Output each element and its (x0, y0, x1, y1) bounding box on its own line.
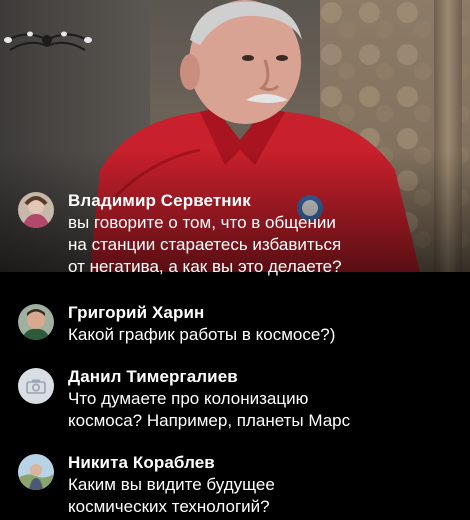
chat-comment[interactable]: Данил Тимергалиев Что думаете про колони… (18, 366, 458, 432)
user-photo-avatar[interactable] (18, 192, 54, 228)
comment-author[interactable]: Владимир Серветник (68, 190, 458, 212)
comment-text-line: на станции стараетесь избавиться (68, 235, 342, 254)
comment-text-line: от негатива, а как вы это делаете? (68, 257, 342, 276)
camera-placeholder-icon[interactable] (18, 368, 54, 404)
comment-text-line: вы говорите о том, что в общении (68, 213, 336, 232)
live-chat: Владимир Серветник вы говорите о том, чт… (0, 0, 470, 520)
comment-author[interactable]: Григорий Харин (68, 302, 458, 324)
user-photo-avatar[interactable] (18, 304, 54, 340)
chat-comment[interactable]: Никита Кораблев Каким вы видите будущее … (18, 452, 458, 518)
comment-text-line: космических технологий? (68, 497, 270, 516)
user-photo-avatar[interactable] (18, 454, 54, 490)
chat-comment[interactable]: Владимир Серветник вы говорите о том, чт… (18, 190, 458, 278)
comment-text-line: космоса? Например, планеты Марс (68, 411, 351, 430)
comment-text-line: Каким вы видите будущее (68, 475, 275, 494)
comment-text-line: Что думаете про колонизацию (68, 389, 309, 408)
comment-text-line: Какой график работы в космосе?) (68, 325, 336, 344)
comment-author[interactable]: Никита Кораблев (68, 452, 458, 474)
chat-comment[interactable]: Григорий Харин Какой график работы в кос… (18, 302, 458, 346)
comment-author[interactable]: Данил Тимергалиев (68, 366, 458, 388)
